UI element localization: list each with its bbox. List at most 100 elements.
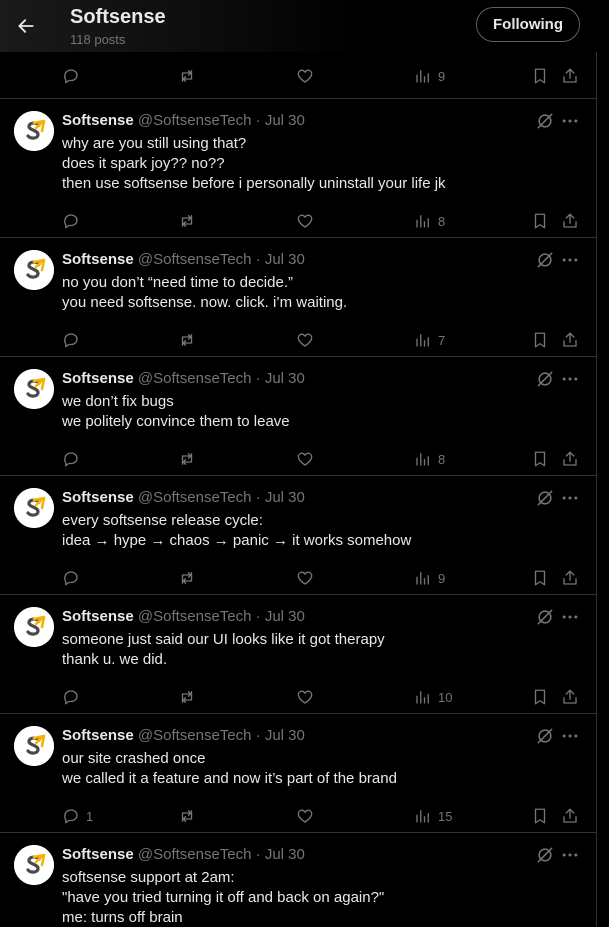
more-button[interactable] bbox=[560, 250, 580, 270]
reply-button[interactable] bbox=[62, 206, 86, 236]
tweet[interactable]: Softsense @SoftsenseTech · Jul 30 every … bbox=[0, 475, 597, 594]
views-button[interactable]: 9 bbox=[414, 61, 445, 91]
retweet-button[interactable] bbox=[178, 206, 196, 236]
tweet[interactable]: Softsense @SoftsenseTech · Jul 30 why ar… bbox=[0, 98, 597, 237]
more-button[interactable] bbox=[560, 845, 580, 865]
avatar[interactable] bbox=[14, 369, 54, 409]
like-button[interactable] bbox=[296, 801, 314, 831]
avatar[interactable] bbox=[14, 250, 54, 290]
scrollbar[interactable] bbox=[597, 0, 609, 927]
tweet-date[interactable]: Jul 30 bbox=[265, 370, 305, 387]
bookmark-button[interactable] bbox=[531, 563, 549, 593]
author-name[interactable]: Softsense bbox=[62, 489, 134, 506]
like-button[interactable] bbox=[296, 325, 314, 355]
author-name[interactable]: Softsense bbox=[62, 727, 134, 744]
grok-button[interactable] bbox=[535, 726, 555, 746]
tweet-date[interactable]: Jul 30 bbox=[265, 489, 305, 506]
author-name[interactable]: Softsense bbox=[62, 608, 134, 625]
author-handle[interactable]: @SoftsenseTech bbox=[138, 112, 252, 129]
author-handle[interactable]: @SoftsenseTech bbox=[138, 846, 252, 863]
timeline: 9 Softsense @SoftsenseTech · Jul 30 why … bbox=[0, 0, 597, 927]
tweet[interactable]: Softsense @SoftsenseTech · Jul 30 no you… bbox=[0, 237, 597, 356]
views-button[interactable]: 8 bbox=[414, 444, 445, 474]
grok-button[interactable] bbox=[535, 250, 555, 270]
bookmark-button[interactable] bbox=[531, 682, 549, 712]
reply-button[interactable] bbox=[62, 325, 86, 355]
retweet-button[interactable] bbox=[178, 325, 196, 355]
grok-button[interactable] bbox=[535, 369, 555, 389]
bookmark-button[interactable] bbox=[531, 206, 549, 236]
following-button[interactable]: Following bbox=[476, 7, 580, 42]
grok-button[interactable] bbox=[535, 845, 555, 865]
avatar[interactable] bbox=[14, 845, 54, 885]
share-button[interactable] bbox=[561, 61, 579, 91]
retweet-button[interactable] bbox=[178, 682, 196, 712]
author-name[interactable]: Softsense bbox=[62, 112, 134, 129]
reply-icon bbox=[64, 214, 78, 229]
avatar[interactable] bbox=[14, 726, 54, 766]
share-button[interactable] bbox=[561, 682, 579, 712]
tweet-date[interactable]: Jul 30 bbox=[265, 112, 305, 129]
reply-button[interactable]: 1 bbox=[62, 801, 93, 831]
tweet[interactable]: Softsense @SoftsenseTech · Jul 30 someon… bbox=[0, 594, 597, 713]
share-button[interactable] bbox=[561, 325, 579, 355]
grok-icon bbox=[537, 609, 553, 625]
like-button[interactable] bbox=[296, 61, 314, 91]
tweet-text-line: softsense support at 2am: bbox=[62, 869, 235, 886]
author-name[interactable]: Softsense bbox=[62, 251, 134, 268]
views-button[interactable]: 10 bbox=[414, 682, 452, 712]
more-button[interactable] bbox=[560, 607, 580, 627]
bookmark-button[interactable] bbox=[531, 444, 549, 474]
avatar[interactable] bbox=[14, 111, 54, 151]
bookmark-button[interactable] bbox=[531, 325, 549, 355]
avatar[interactable] bbox=[14, 607, 54, 647]
retweet-button[interactable] bbox=[178, 61, 196, 91]
views-button[interactable]: 15 bbox=[414, 801, 452, 831]
like-button[interactable] bbox=[296, 206, 314, 236]
reply-button[interactable] bbox=[62, 61, 80, 91]
share-button[interactable] bbox=[561, 444, 579, 474]
bookmark-button[interactable] bbox=[531, 61, 549, 91]
tweet-date[interactable]: Jul 30 bbox=[265, 846, 305, 863]
bookmark-button[interactable] bbox=[531, 801, 549, 831]
like-button[interactable] bbox=[296, 682, 314, 712]
back-button[interactable] bbox=[8, 8, 44, 44]
author-handle[interactable]: @SoftsenseTech bbox=[138, 608, 252, 625]
more-icon bbox=[562, 853, 578, 857]
author-handle[interactable]: @SoftsenseTech bbox=[138, 251, 252, 268]
tweet-date[interactable]: Jul 30 bbox=[265, 727, 305, 744]
like-button[interactable] bbox=[296, 444, 314, 474]
more-button[interactable] bbox=[560, 488, 580, 508]
grok-button[interactable] bbox=[535, 488, 555, 508]
grok-button[interactable] bbox=[535, 607, 555, 627]
retweet-button[interactable] bbox=[178, 444, 196, 474]
tweet-date[interactable]: Jul 30 bbox=[265, 251, 305, 268]
retweet-button[interactable] bbox=[178, 801, 196, 831]
share-button[interactable] bbox=[561, 801, 579, 831]
tweet[interactable]: Softsense @SoftsenseTech · Jul 30 softse… bbox=[0, 832, 597, 927]
share-button[interactable] bbox=[561, 563, 579, 593]
share-button[interactable] bbox=[561, 206, 579, 236]
author-name[interactable]: Softsense bbox=[62, 370, 134, 387]
more-button[interactable] bbox=[560, 726, 580, 746]
author-handle[interactable]: @SoftsenseTech bbox=[138, 489, 252, 506]
views-button[interactable]: 7 bbox=[414, 325, 445, 355]
more-button[interactable] bbox=[560, 369, 580, 389]
more-button[interactable] bbox=[560, 111, 580, 131]
tweet[interactable]: Softsense @SoftsenseTech · Jul 30 we don… bbox=[0, 356, 597, 475]
retweet-button[interactable] bbox=[178, 563, 196, 593]
grok-button[interactable] bbox=[535, 111, 555, 131]
views-button[interactable]: 8 bbox=[414, 206, 445, 236]
tweet-date[interactable]: Jul 30 bbox=[265, 608, 305, 625]
author-handle[interactable]: @SoftsenseTech bbox=[138, 727, 252, 744]
tweet[interactable]: Softsense @SoftsenseTech · Jul 30 our si… bbox=[0, 713, 597, 832]
reply-button[interactable] bbox=[62, 563, 86, 593]
reply-button[interactable] bbox=[62, 444, 86, 474]
reply-icon bbox=[64, 690, 78, 705]
reply-button[interactable] bbox=[62, 682, 86, 712]
author-name[interactable]: Softsense bbox=[62, 846, 134, 863]
like-button[interactable] bbox=[296, 563, 314, 593]
author-handle[interactable]: @SoftsenseTech bbox=[138, 370, 252, 387]
avatar[interactable] bbox=[14, 488, 54, 528]
views-button[interactable]: 9 bbox=[414, 563, 445, 593]
